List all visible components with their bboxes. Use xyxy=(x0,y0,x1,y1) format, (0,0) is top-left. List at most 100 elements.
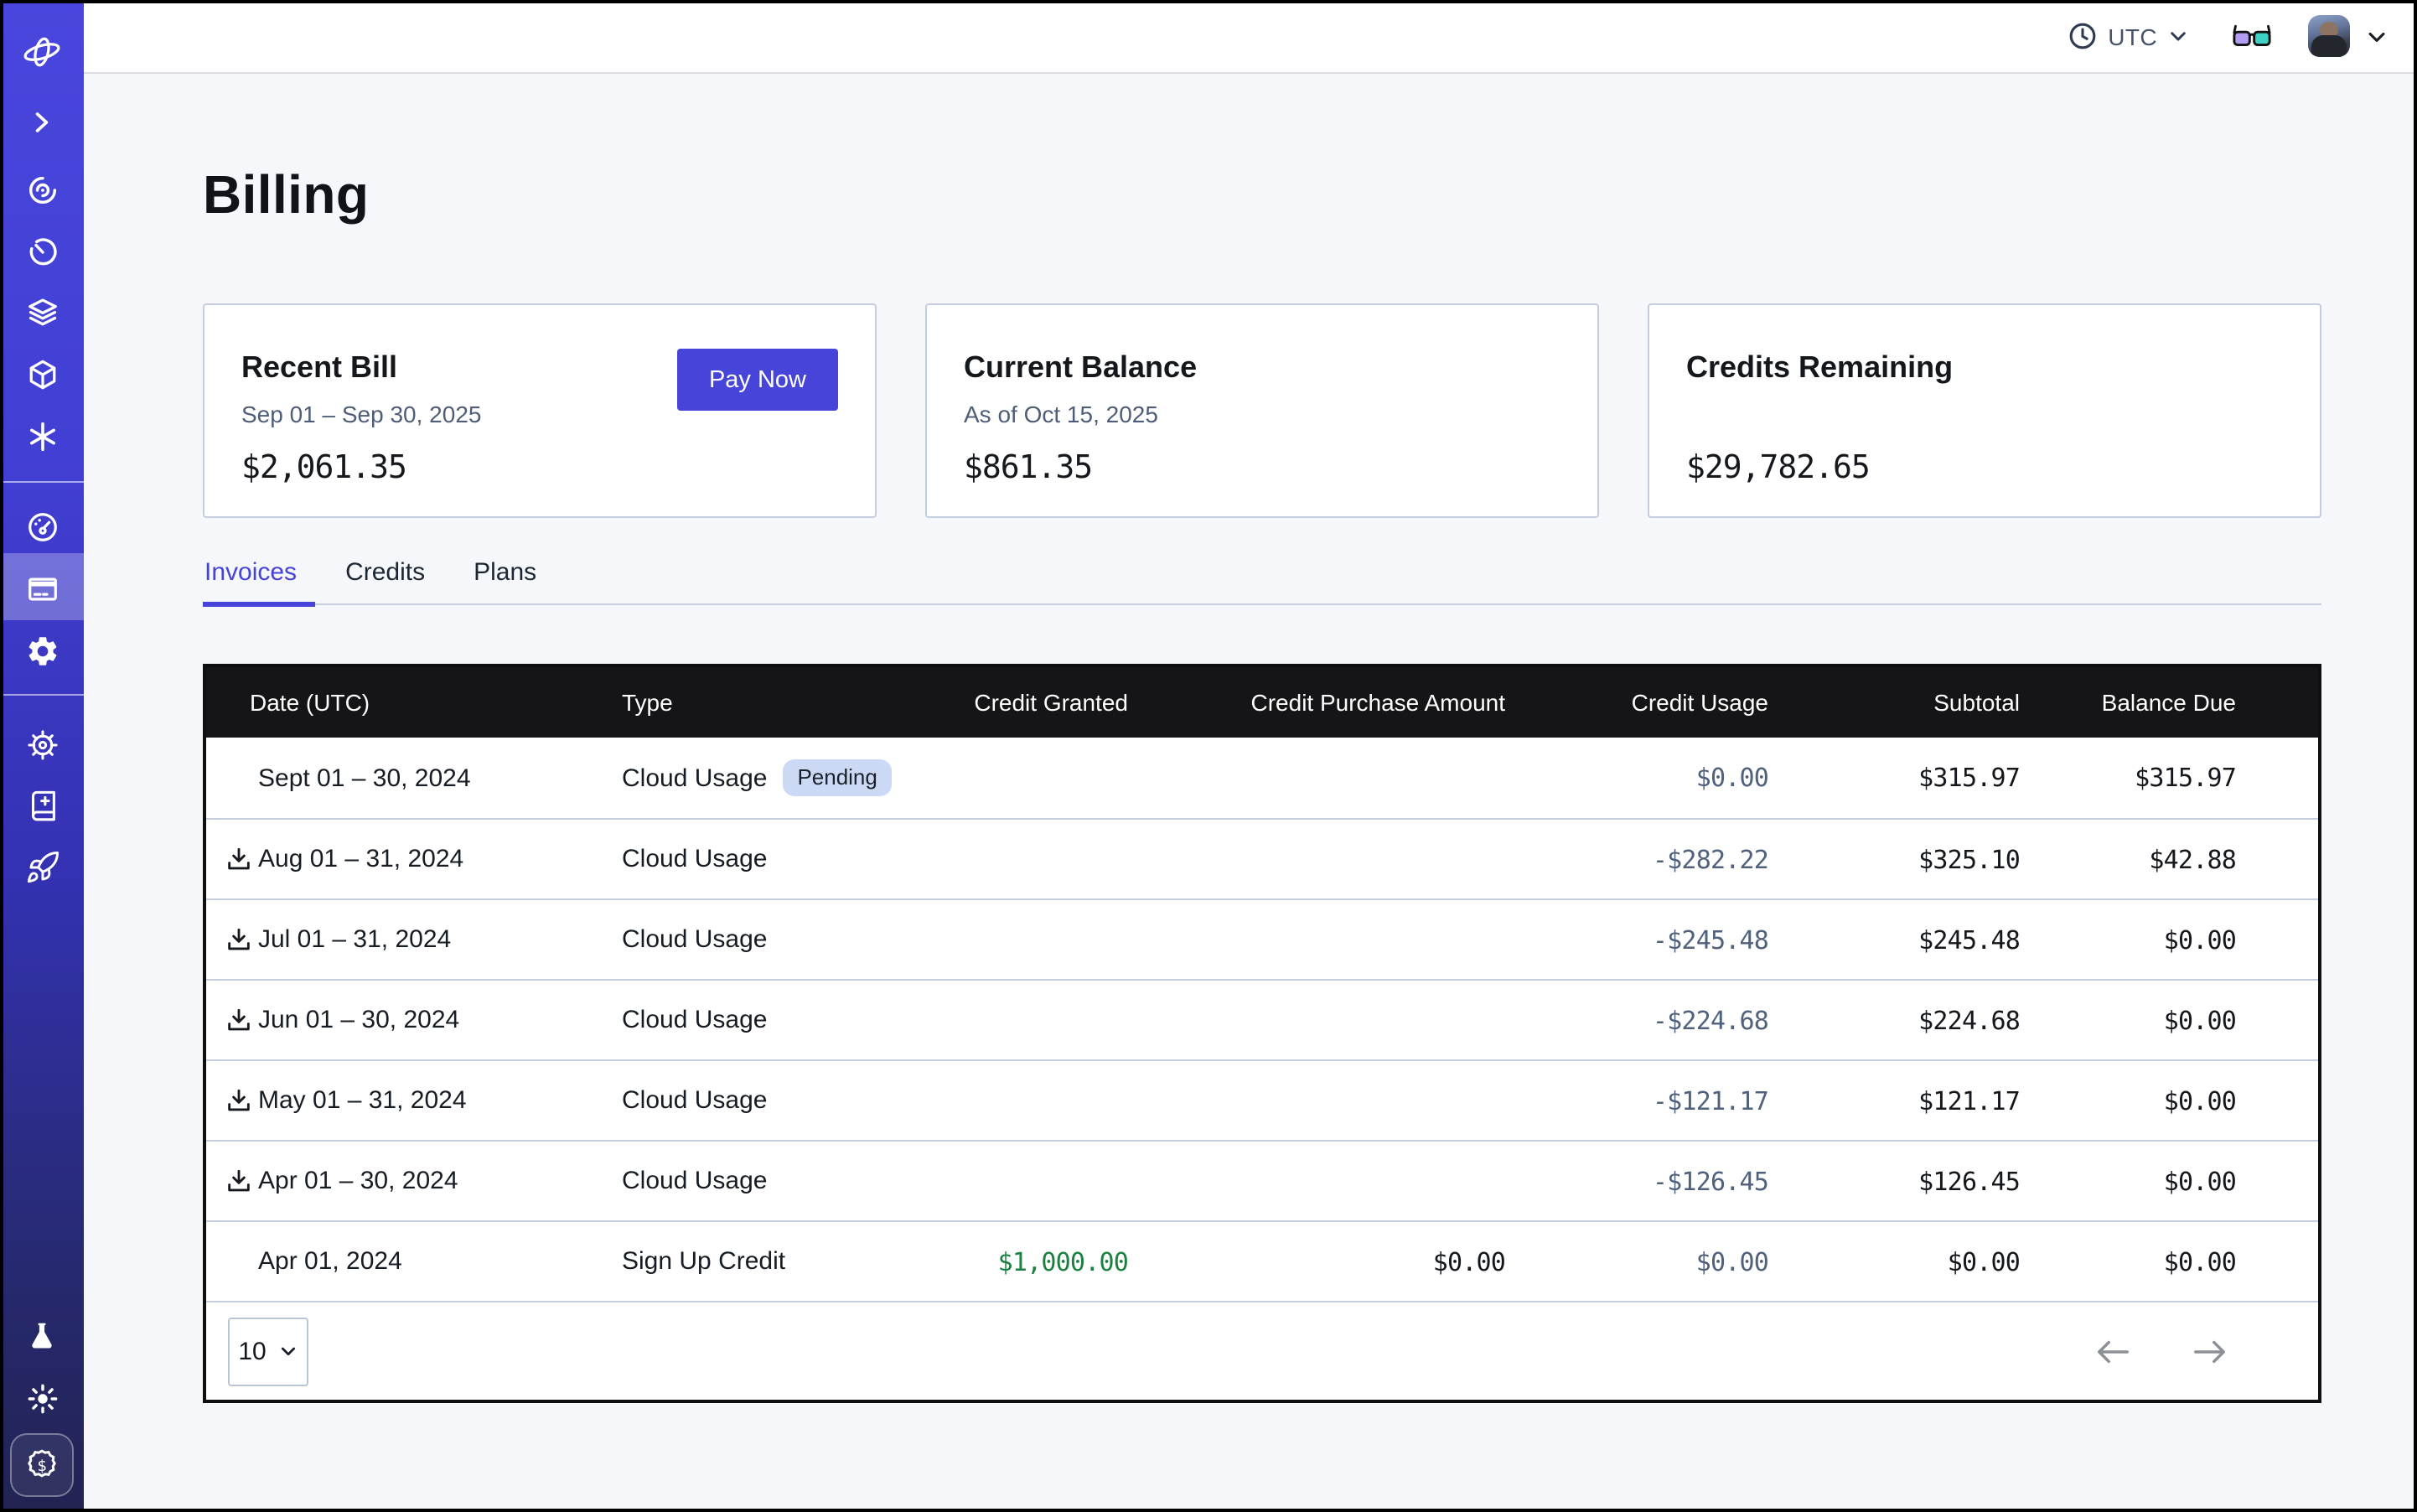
credit-usage-cell: -$224.68 xyxy=(1505,981,1768,1059)
clock-icon xyxy=(2066,20,2098,52)
invoice-type: Sign Up Credit xyxy=(622,1247,785,1276)
balance-as-of: As of Oct 15, 2025 xyxy=(964,401,1560,427)
credit-purchase-cell: $0.00 xyxy=(1128,1222,1505,1301)
tab-credits[interactable]: Credits xyxy=(344,558,427,603)
invoice-date-cell: Jun 01 – 30, 2024 xyxy=(206,981,608,1059)
billing-page: $ UTC xyxy=(0,0,2417,1512)
download-invoice-icon[interactable] xyxy=(225,1167,253,1195)
balance-due-cell: $0.00 xyxy=(2020,1142,2318,1220)
credit-usage-cell: -$245.48 xyxy=(1505,900,1768,979)
invoice-date-cell: Apr 01, 2024 xyxy=(206,1222,608,1301)
svg-text:$: $ xyxy=(37,1457,46,1475)
credit-granted-cell xyxy=(927,820,1128,898)
arrow-left-icon[interactable] xyxy=(2095,1337,2130,1365)
invoice-table-body: Sept 01 – 30, 2024 Cloud Usage Pending $… xyxy=(206,738,2318,1301)
billing-tabs: Invoices Credits Plans xyxy=(203,558,2321,605)
credit-purchase-cell xyxy=(1128,1142,1505,1220)
invoice-date: Jun 01 – 30, 2024 xyxy=(258,1006,459,1034)
invoice-type: Cloud Usage xyxy=(622,1006,767,1034)
credit-usage-cell: -$282.22 xyxy=(1505,820,1768,898)
column-header-credit-granted: Credit Granted xyxy=(927,667,1128,738)
credit-purchase-cell xyxy=(1128,1061,1505,1140)
column-header-credit-purchase: Credit Purchase Amount xyxy=(1128,667,1505,738)
chevron-down-icon xyxy=(2167,25,2189,47)
invoice-type-cell: Cloud Usage xyxy=(608,900,927,979)
user-avatar[interactable] xyxy=(2308,15,2350,57)
table-footer: 10 xyxy=(206,1301,2318,1400)
download-invoice-icon[interactable] xyxy=(225,1086,253,1115)
column-header-credit-usage: Credit Usage xyxy=(1505,667,1768,738)
invoice-type-cell: Sign Up Credit xyxy=(608,1222,927,1301)
invoice-type: Cloud Usage xyxy=(622,1086,767,1115)
invoice-date-cell: May 01 – 31, 2024 xyxy=(206,1061,608,1140)
credit-usage-cell: $0.00 xyxy=(1505,738,1768,818)
invoice-type-cell: Cloud Usage xyxy=(608,981,927,1059)
current-balance-amount: $861.35 xyxy=(964,449,1092,486)
balance-due-cell: $0.00 xyxy=(2020,1061,2318,1140)
credit-usage-cell: -$121.17 xyxy=(1505,1061,1768,1140)
invoice-row: May 01 – 31, 2024 Cloud Usage -$121.17 $… xyxy=(206,1059,2318,1140)
layers-icon[interactable] xyxy=(0,292,84,332)
subtotal-cell: $121.17 xyxy=(1768,1061,2020,1140)
orbit-logo-icon[interactable] xyxy=(0,32,84,72)
pagination-arrows xyxy=(2095,1337,2228,1365)
invoice-row: Jul 01 – 31, 2024 Cloud Usage -$245.48 $… xyxy=(206,898,2318,979)
billing-card-icon[interactable] xyxy=(0,568,84,608)
settings-gear-icon[interactable] xyxy=(0,630,84,671)
credit-purchase-cell xyxy=(1128,900,1505,979)
invoice-date-cell: Apr 01 – 30, 2024 xyxy=(206,1142,608,1220)
chevron-down-icon[interactable] xyxy=(2365,24,2389,48)
status-badge: Pending xyxy=(782,759,892,795)
column-header-subtotal: Subtotal xyxy=(1768,667,2020,738)
current-balance-card: Current Balance As of Oct 15, 2025 $861.… xyxy=(925,303,1599,518)
flask-icon[interactable] xyxy=(0,1316,84,1356)
reading-glasses-icon[interactable] xyxy=(2233,23,2271,49)
invoice-date: Apr 01, 2024 xyxy=(258,1247,402,1276)
tab-invoices[interactable]: Invoices xyxy=(203,558,298,603)
dollar-badge-icon[interactable]: $ xyxy=(10,1433,74,1497)
sun-icon[interactable] xyxy=(0,1378,84,1418)
cube-icon[interactable] xyxy=(0,354,84,394)
page-size-select[interactable]: 10 xyxy=(228,1317,308,1385)
invoice-type: Cloud Usage xyxy=(622,1167,767,1195)
invoice-type-cell: Cloud Usage xyxy=(608,1142,927,1220)
credit-purchase-cell xyxy=(1128,981,1505,1059)
credit-granted-cell xyxy=(927,1061,1128,1140)
rocket-icon[interactable] xyxy=(0,847,84,887)
credit-usage-cell: $0.00 xyxy=(1505,1222,1768,1301)
download-invoice-icon[interactable] xyxy=(225,1006,253,1034)
arrow-right-icon[interactable] xyxy=(2192,1337,2228,1365)
credit-granted-cell: $1,000.00 xyxy=(927,1222,1128,1301)
invoice-date: Sept 01 – 30, 2024 xyxy=(258,764,471,792)
subtotal-cell: $315.97 xyxy=(1768,738,2020,818)
column-header-date: Date (UTC) xyxy=(206,667,608,738)
pay-now-button[interactable]: Pay Now xyxy=(677,349,838,411)
asterisk-icon[interactable] xyxy=(0,416,84,456)
subtotal-cell: $245.48 xyxy=(1768,900,2020,979)
invoice-type-cell: Cloud Usage xyxy=(608,1061,927,1140)
invoice-type: Cloud Usage xyxy=(622,925,767,954)
tab-plans[interactable]: Plans xyxy=(472,558,538,603)
main-content: Billing Recent Bill Sep 01 – Sep 30, 202… xyxy=(84,74,2417,1512)
download-invoice-icon[interactable] xyxy=(225,925,253,954)
invoice-row: Jun 01 – 30, 2024 Cloud Usage -$224.68 $… xyxy=(206,979,2318,1059)
invoice-type-cell: Cloud Usage Pending xyxy=(608,738,927,818)
chevron-right-icon[interactable] xyxy=(0,102,84,142)
observability-spiral-icon[interactable] xyxy=(0,169,84,210)
download-invoice-icon[interactable] xyxy=(225,845,253,873)
dashboard-gauge-icon[interactable] xyxy=(0,506,84,546)
timezone-label: UTC xyxy=(2108,23,2157,49)
invoice-row: Sept 01 – 30, 2024 Cloud Usage Pending $… xyxy=(206,738,2318,818)
docs-book-icon[interactable] xyxy=(0,784,84,825)
invoice-row: Aug 01 – 31, 2024 Cloud Usage -$282.22 $… xyxy=(206,818,2318,898)
credits-remaining-card: Credits Remaining $29,782.65 xyxy=(1648,303,2321,518)
page-size-value: 10 xyxy=(238,1337,266,1365)
timezone-selector[interactable]: UTC xyxy=(2066,20,2189,52)
credit-usage-cell: -$126.45 xyxy=(1505,1142,1768,1220)
credit-purchase-cell xyxy=(1128,738,1505,818)
timer-icon[interactable] xyxy=(0,231,84,272)
balance-due-cell: $0.00 xyxy=(2020,981,2318,1059)
balance-due-cell: $315.97 xyxy=(2020,738,2318,818)
subtotal-cell: $325.10 xyxy=(1768,820,2020,898)
helm-wheel-icon[interactable] xyxy=(0,724,84,764)
